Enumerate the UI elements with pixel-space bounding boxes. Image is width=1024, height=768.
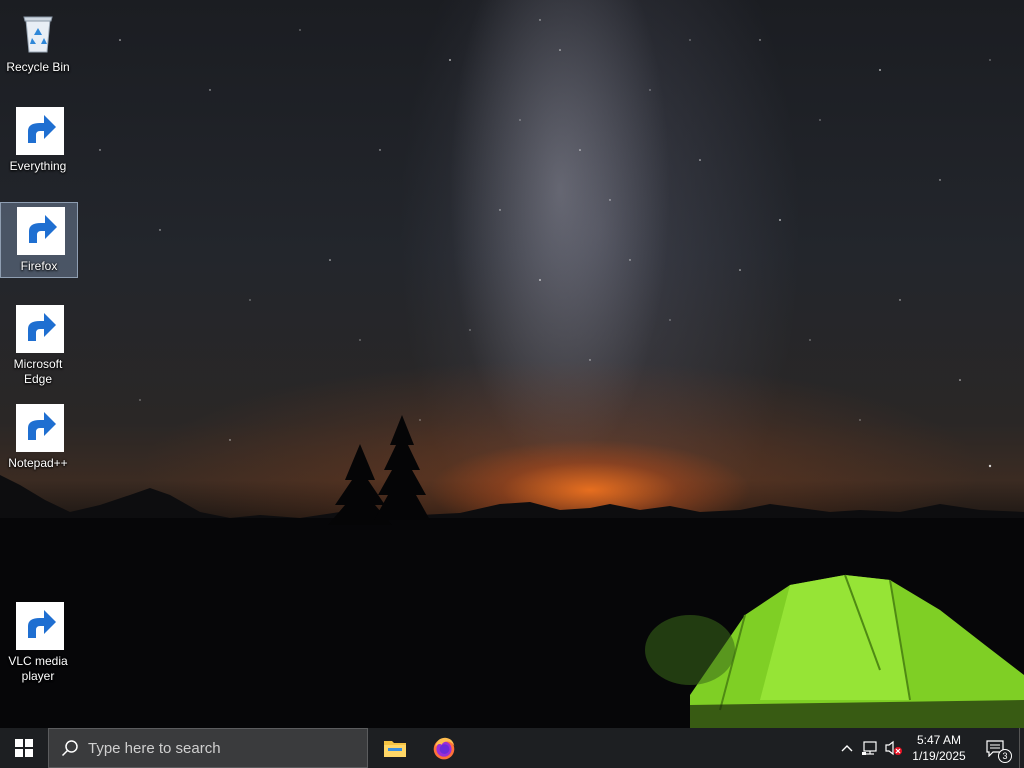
tray-volume[interactable] (883, 728, 905, 768)
notepad-plus-plus-icon (14, 404, 64, 452)
clock-date: 1/19/2025 (912, 749, 966, 763)
landscape-background (0, 415, 1024, 728)
desktop-icon-label: Everything (9, 159, 67, 173)
volume-muted-icon (885, 740, 902, 756)
taskbar-file-explorer-button[interactable] (371, 728, 419, 768)
desktop-icon-label: Recycle Bin (6, 60, 70, 74)
everything-search-icon (14, 107, 64, 155)
recycle-bin-icon (14, 8, 62, 56)
search-placeholder: Type here to search (88, 739, 221, 757)
desktop-icon-label: Notepad++ (8, 456, 68, 470)
desktop-icon-label: Microsoft Edge (13, 357, 63, 386)
starfield-background (99, 19, 992, 468)
vlc-icon (14, 602, 64, 650)
action-center-button[interactable]: 3 (976, 728, 1014, 768)
taskbar-clock[interactable]: 5:47 AM 1/19/2025 (904, 728, 974, 768)
firefox-icon (15, 207, 65, 255)
shortcut-arrow-icon (16, 305, 64, 353)
tray-show-hidden-icons[interactable] (836, 728, 858, 768)
shortcut-arrow-icon (16, 404, 64, 452)
show-desktop-button[interactable] (1019, 728, 1024, 768)
taskbar-search-box[interactable]: Type here to search (48, 728, 368, 768)
chevron-up-icon (841, 745, 853, 752)
notification-count-badge: 3 (998, 749, 1012, 763)
start-button[interactable] (0, 728, 48, 768)
edge-icon (14, 305, 64, 353)
desktop-icon-notepad-plus-plus[interactable]: Notepad++ (0, 400, 76, 474)
tray-network[interactable] (859, 728, 883, 768)
network-icon (862, 741, 877, 755)
desktop-icon-microsoft-edge[interactable]: Microsoft Edge (0, 301, 76, 390)
desktop[interactable]: Recycle Bin Everything Firefox Microsoft… (0, 0, 1024, 728)
desktop-icon-label: VLC media player (8, 654, 68, 683)
clock-time: 5:47 AM (916, 733, 962, 747)
taskbar-firefox-button[interactable] (420, 728, 468, 768)
search-icon (61, 740, 78, 757)
file-explorer-icon (384, 741, 406, 757)
desktop-icon-label: Firefox (20, 259, 58, 273)
shortcut-arrow-icon (16, 602, 64, 650)
desktop-icon-vlc[interactable]: VLC media player (0, 598, 76, 687)
shortcut-arrow-icon (17, 207, 65, 255)
windows-logo-icon (15, 739, 33, 757)
firefox-icon (433, 737, 455, 760)
desktop-icon-everything[interactable]: Everything (0, 103, 76, 177)
shortcut-arrow-icon (16, 107, 64, 155)
desktop-icon-firefox[interactable]: Firefox (0, 202, 78, 278)
taskbar: Type here to search 5:47 AM 1/19/2025 3 (0, 728, 1024, 768)
desktop-icon-recycle-bin[interactable]: Recycle Bin (0, 4, 76, 78)
